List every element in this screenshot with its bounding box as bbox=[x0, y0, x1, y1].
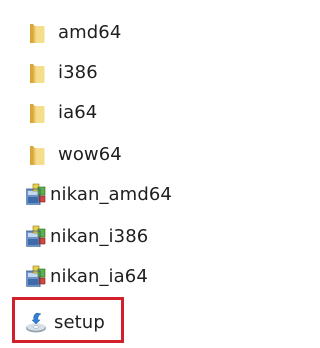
installer-nikan-ia64[interactable]: nikan_ia64 bbox=[24, 262, 148, 292]
installer-nikan-i386[interactable]: nikan_i386 bbox=[24, 222, 148, 252]
folder-wow64[interactable]: wow64 bbox=[24, 140, 122, 170]
folder-icon bbox=[24, 21, 48, 45]
file-name: ia64 bbox=[58, 102, 98, 123]
installer-nikan-amd64[interactable]: nikan_amd64 bbox=[24, 180, 172, 210]
file-name: amd64 bbox=[58, 22, 122, 43]
folder-amd64[interactable]: amd64 bbox=[24, 18, 121, 48]
file-name: i386 bbox=[58, 62, 98, 83]
setup-highlight-box bbox=[12, 297, 124, 343]
folder-i386[interactable]: i386 bbox=[24, 58, 98, 88]
file-name: wow64 bbox=[58, 144, 122, 165]
folder-icon bbox=[24, 101, 48, 125]
file-name: nikan_ia64 bbox=[50, 266, 148, 287]
folder-ia64[interactable]: ia64 bbox=[24, 98, 97, 128]
folder-icon bbox=[24, 143, 48, 167]
file-name: nikan_amd64 bbox=[50, 184, 172, 205]
file-name: nikan_i386 bbox=[50, 226, 149, 247]
installer-package-icon bbox=[24, 265, 48, 289]
folder-icon bbox=[24, 61, 48, 85]
file-list: amd64 i386 ia64 wow64 nikan_amd64 nikan_… bbox=[0, 0, 305, 348]
installer-package-icon bbox=[24, 183, 48, 207]
installer-package-icon bbox=[24, 225, 48, 249]
